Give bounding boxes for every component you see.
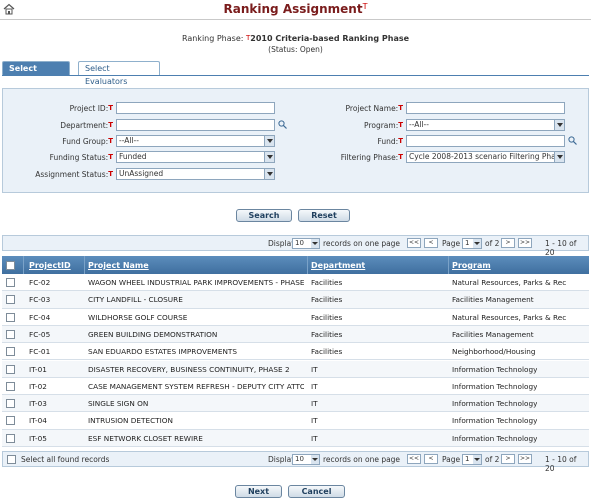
table-row[interactable]: IT-02 CASE MANAGEMENT SYSTEM REFRESH - D… — [2, 377, 589, 396]
search-button[interactable]: Search — [236, 209, 292, 222]
department-label: Department:T — [60, 121, 113, 130]
select-all-found-checkbox[interactable] — [7, 455, 16, 464]
project-name-label: Project Name:T — [345, 104, 403, 113]
filter-panel: Project ID:T Department:T Fund Group:T -… — [2, 88, 589, 193]
select-all-checkbox[interactable] — [6, 261, 15, 270]
row-checkbox[interactable] — [6, 399, 15, 409]
row-checkbox[interactable] — [6, 347, 15, 357]
tab-select-projects[interactable]: Select Projects — [2, 61, 70, 86]
table-header: ProjectID Project Name Department Progra… — [2, 256, 589, 274]
row-checkbox[interactable] — [6, 278, 15, 287]
fund-group-label: Fund Group:T — [62, 137, 113, 146]
pager-top: Display 10 records on one page << < Page… — [2, 235, 589, 257]
column-header-project-name[interactable]: Project Name — [88, 261, 149, 270]
chevron-down-icon[interactable] — [264, 136, 274, 146]
assignment-status-label: Assignment Status:T — [35, 170, 113, 179]
table-row[interactable]: FC-03 CITY LANDFILL - CLOSURE Facilities… — [2, 291, 589, 309]
chevron-down-icon[interactable] — [554, 152, 564, 162]
project-id-label: Project ID:T — [69, 104, 113, 113]
chevron-down-icon[interactable] — [554, 120, 564, 130]
records-per-page-select[interactable]: 10 — [292, 238, 320, 249]
prev-page-button[interactable]: < — [424, 454, 438, 464]
row-checkbox[interactable] — [6, 312, 15, 322]
table-row[interactable]: FC-04 WILDHORSE GOLF COURSE Facilities N… — [2, 308, 589, 326]
page-select[interactable]: 1 — [462, 454, 482, 465]
table-row[interactable]: IT-03 SINGLE SIGN ON IT Information Tech… — [2, 395, 589, 413]
cancel-button[interactable]: Cancel — [288, 485, 345, 498]
chevron-down-icon[interactable] — [311, 455, 319, 464]
table-row[interactable]: FC-05 GREEN BUILDING DEMONSTRATION Facil… — [2, 325, 589, 344]
fund-group-select[interactable]: --All-- — [116, 135, 275, 147]
column-header-program[interactable]: Program — [452, 261, 491, 270]
pager-bottom: Select all found records Display 10 reco… — [2, 451, 589, 473]
page-select[interactable]: 1 — [462, 238, 482, 249]
first-page-button[interactable]: << — [407, 238, 421, 248]
reset-button[interactable]: Reset — [298, 209, 350, 222]
translate-marker[interactable]: T — [363, 2, 368, 11]
funding-status-select[interactable]: Funded — [116, 151, 275, 163]
row-checkbox[interactable] — [6, 295, 15, 305]
table-row[interactable]: FC-01 SAN EDUARDO ESTATES IMPROVEMENTS F… — [2, 343, 589, 361]
ranking-phase: Ranking Phase: T2010 Criteria-based Rank… — [181, 34, 410, 43]
chevron-down-icon[interactable] — [264, 169, 274, 179]
program-select[interactable]: --All-- — [406, 119, 565, 131]
column-header-projectid[interactable]: ProjectID — [29, 261, 71, 270]
table-row[interactable]: IT-05 ESF NETWORK CLOSET REWIRE IT Infor… — [2, 429, 589, 447]
fund-label: Fund:T — [377, 137, 403, 146]
column-header-department[interactable]: Department — [311, 261, 365, 270]
row-checkbox[interactable] — [6, 364, 15, 374]
filtering-phase-label: Filtering Phase:T — [340, 153, 403, 162]
next-page-button[interactable]: > — [501, 454, 515, 464]
project-name-input[interactable] — [406, 102, 565, 114]
department-input[interactable] — [116, 119, 275, 131]
assignment-status-select[interactable]: UnAssigned — [116, 168, 275, 180]
prev-page-button[interactable]: < — [424, 238, 438, 248]
funding-status-label: Funding Status:T — [49, 153, 113, 162]
row-checkbox[interactable] — [6, 381, 15, 391]
next-button[interactable]: Next — [235, 485, 282, 498]
search-icon[interactable] — [278, 120, 287, 129]
chevron-down-icon[interactable] — [264, 152, 274, 162]
next-page-button[interactable]: > — [501, 238, 515, 248]
table-row[interactable]: FC-02 WAGON WHEEL INDUSTRIAL PARK IMPROV… — [2, 274, 589, 292]
last-page-button[interactable]: >> — [518, 454, 532, 464]
tab-select-evaluators[interactable]: Select Evaluators — [78, 61, 160, 86]
chevron-down-icon[interactable] — [311, 239, 319, 248]
chevron-down-icon[interactable] — [473, 239, 481, 248]
last-page-button[interactable]: >> — [518, 238, 532, 248]
tab-divider — [2, 75, 589, 76]
chevron-down-icon[interactable] — [473, 455, 481, 464]
select-all-label: Select all found records — [21, 455, 110, 464]
fund-input[interactable] — [406, 135, 565, 147]
filtering-phase-select[interactable]: Cycle 2008-2013 scenario Filtering Phase — [406, 151, 565, 163]
table-row[interactable]: IT-04 INTRUSION DETECTION IT Information… — [2, 412, 589, 430]
top-bar: Ranking AssignmentT — [0, 0, 591, 20]
row-checkbox[interactable] — [6, 416, 15, 426]
project-id-input[interactable] — [116, 102, 275, 114]
first-page-button[interactable]: << — [407, 454, 421, 464]
program-label: Program:T — [364, 121, 403, 130]
row-checkbox[interactable] — [6, 433, 15, 443]
table-row[interactable]: IT-01 DISASTER RECOVERY, BUSINESS CONTIN… — [2, 360, 589, 378]
row-checkbox[interactable] — [6, 329, 15, 339]
phase-status: (Status: Open) — [268, 45, 323, 54]
search-icon[interactable] — [568, 136, 577, 145]
page-title: Ranking AssignmentT — [223, 2, 368, 16]
records-per-page-select[interactable]: 10 — [292, 454, 320, 465]
